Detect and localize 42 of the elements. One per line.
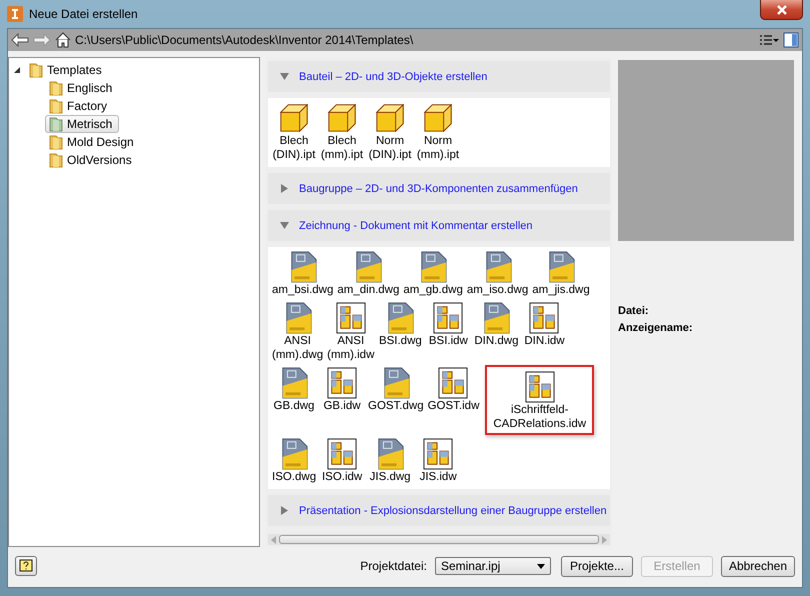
project-file-label: Projektdatei: xyxy=(360,559,427,573)
section-header[interactable]: Bauteil – 2D- und 3D-Objekte erstellen xyxy=(268,61,610,92)
tree-item[interactable]: Factory xyxy=(45,97,114,115)
tree-item[interactable]: Englisch xyxy=(45,79,120,97)
dialog-button[interactable]: Abbrechen xyxy=(720,556,795,576)
file-item[interactable]: GOST.idw xyxy=(426,365,482,415)
file-item[interactable]: BSI.dwg xyxy=(376,300,424,350)
file-item[interactable]: am_bsi.dwg xyxy=(270,249,336,299)
tree-item[interactable]: Metrisch xyxy=(45,115,120,133)
folder-path: C:\Users\Public\Documents\Autodesk\Inventor 2014\Templates\ xyxy=(75,33,414,47)
file-item[interactable]: iSchriftfeld-CADRelations.idw xyxy=(485,365,594,435)
file-item[interactable]: JIS.dwg xyxy=(366,436,414,486)
file-item[interactable]: Norm (DIN).ipt xyxy=(366,100,414,164)
section-header[interactable]: Präsentation - Explosionsdarstellung einer Baugruppe erstellen xyxy=(268,495,610,526)
file-item[interactable]: GB.dwg xyxy=(270,365,318,415)
display-name-label: Anzeigename: xyxy=(618,321,694,336)
file-item[interactable]: Blech (mm).ipt xyxy=(318,100,366,164)
file-item[interactable]: GB.idw xyxy=(318,365,366,415)
tree-item[interactable]: OldVersions xyxy=(45,151,139,169)
file-item[interactable]: ISO.idw xyxy=(318,436,366,486)
dialog-button[interactable]: Projekte... xyxy=(560,556,633,576)
file-item[interactable]: Blech (DIN).ipt xyxy=(270,100,318,164)
file-item[interactable]: ANSI (mm).idw xyxy=(325,300,376,364)
project-file-dropdown[interactable]: Seminar.ipj xyxy=(434,557,551,575)
file-item[interactable]: GOST.dwg xyxy=(366,365,426,415)
file-item[interactable]: Norm (mm).ipt xyxy=(414,100,462,164)
file-item[interactable]: DIN.dwg xyxy=(472,300,520,350)
file-item[interactable]: ISO.dwg xyxy=(270,436,318,486)
file-item[interactable]: JIS.idw xyxy=(414,436,462,486)
file-item[interactable]: am_iso.dwg xyxy=(464,249,530,299)
file-item[interactable]: ANSI (mm).dwg xyxy=(270,300,326,364)
file-item[interactable]: BSI.idw xyxy=(424,300,472,350)
section-header[interactable]: Baugruppe – 2D- und 3D-Komponenten zusammenfügen xyxy=(268,173,610,204)
file-item[interactable]: DIN.idw xyxy=(520,300,568,350)
section-header[interactable]: Zeichnung - Dokument mit Kommentar erstellen xyxy=(268,210,610,241)
file-item[interactable]: am_gb.dwg xyxy=(401,249,465,299)
tree-item[interactable]: Mold Design xyxy=(45,133,141,151)
tree-item[interactable]: Templates xyxy=(25,61,109,79)
window-title: Neue Datei erstellen xyxy=(29,7,138,21)
file-item[interactable]: am_din.dwg xyxy=(335,249,402,299)
file-item[interactable]: am_jis.dwg xyxy=(530,249,592,299)
file-label: Datei: xyxy=(618,304,650,319)
